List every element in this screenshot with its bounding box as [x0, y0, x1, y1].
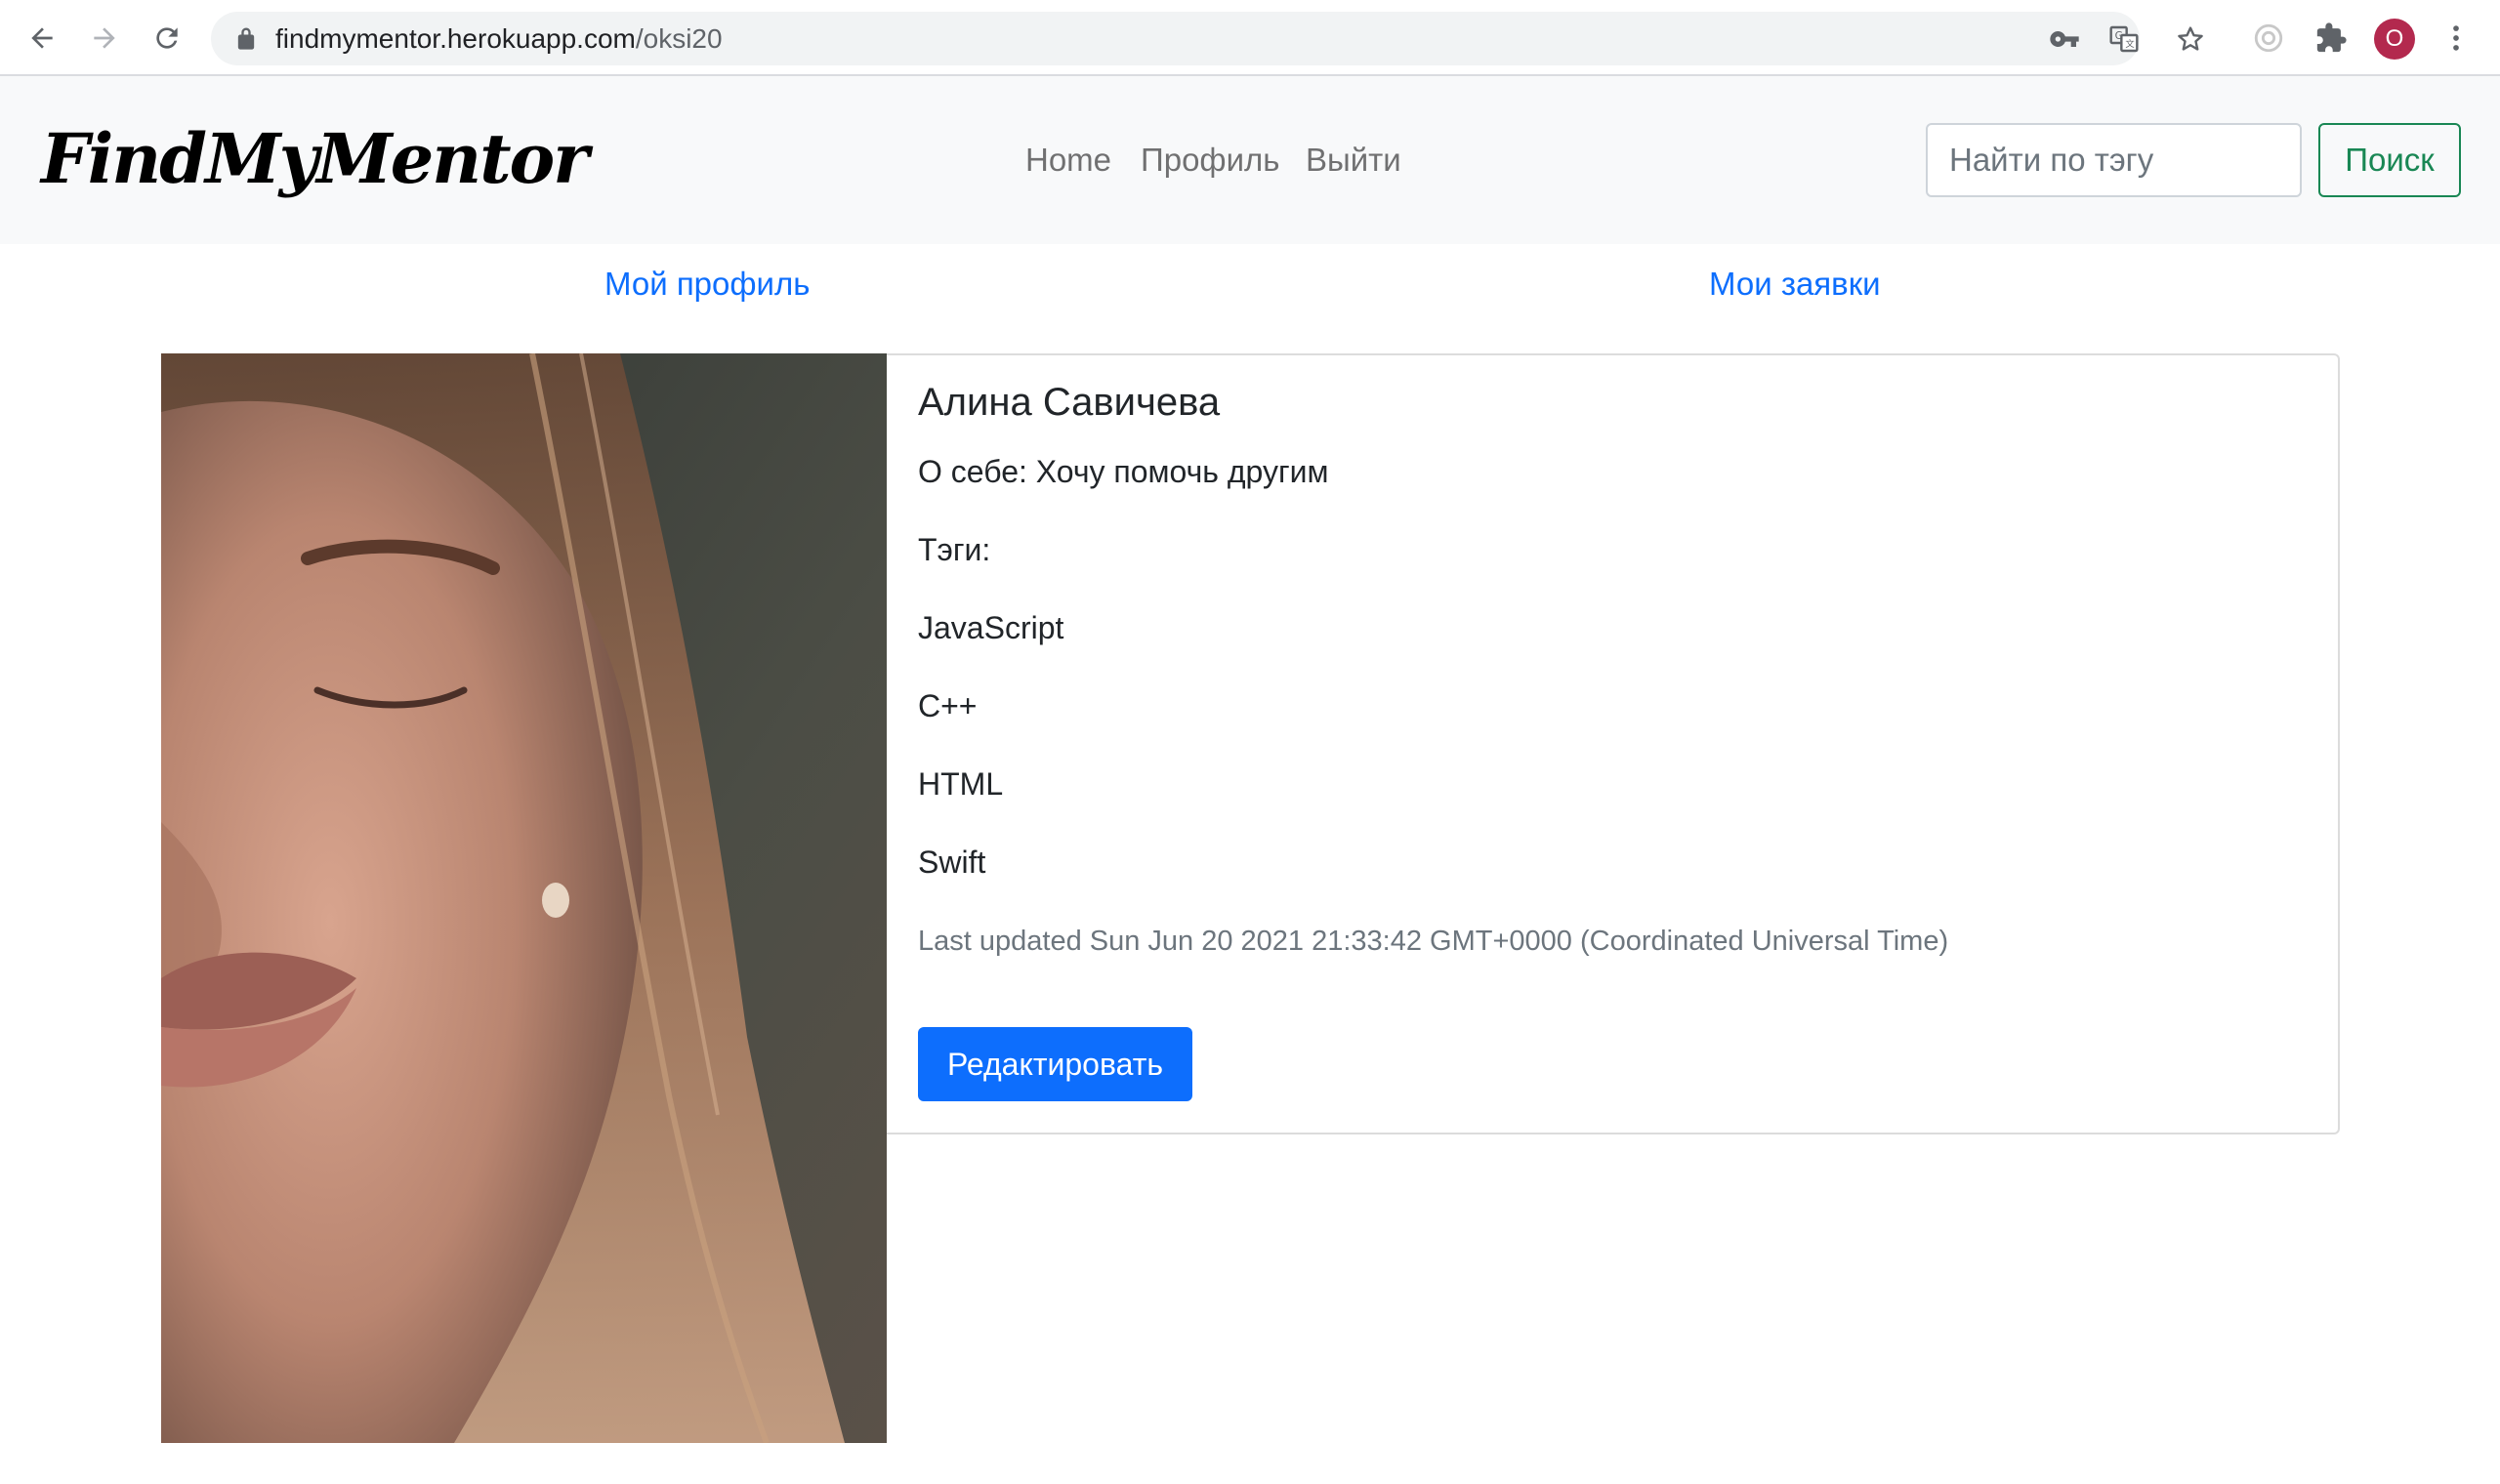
site-navbar: FindMyMentor Home Профиль Выйти Поиск — [0, 76, 2500, 244]
address-bar[interactable]: findmymentor.herokuapp.com/oksi20 G文 — [211, 12, 2140, 65]
profile-name: Алина Савичева — [918, 381, 1221, 424]
password-key-button[interactable] — [2047, 21, 2082, 57]
profile-about: О себе: Хочу помочь другим — [918, 454, 1329, 489]
extension-button[interactable] — [2248, 18, 2289, 59]
url-text[interactable]: findmymentor.herokuapp.com/oksi20 — [275, 12, 723, 65]
brand-logo[interactable]: FindMyMentor — [41, 115, 589, 203]
edit-profile-button[interactable]: Редактировать — [918, 1027, 1192, 1101]
back-button[interactable] — [20, 16, 64, 61]
tab-my-profile[interactable]: Мой профиль — [604, 264, 810, 305]
nav-home-link[interactable]: Home — [1025, 141, 1111, 180]
tab-my-requests[interactable]: Мои заявки — [1709, 264, 1881, 305]
back-icon — [31, 27, 53, 49]
reload-icon — [156, 27, 178, 49]
tag-item: HTML — [918, 766, 1004, 802]
profile-photo — [161, 353, 887, 1443]
forward-button[interactable] — [82, 16, 127, 61]
key-icon — [2050, 31, 2079, 47]
tag-item: C++ — [918, 688, 978, 723]
url-path: /oksi20 — [635, 23, 723, 54]
puzzle-icon — [2316, 22, 2347, 53]
svg-text:文: 文 — [2125, 38, 2134, 50]
extensions-menu-button[interactable] — [2311, 18, 2352, 59]
forward-icon — [94, 27, 115, 49]
browser-toolbar: findmymentor.herokuapp.com/oksi20 G文 O — [0, 0, 2500, 76]
translate-icon: G文 — [2109, 25, 2139, 53]
browser-menu-button[interactable] — [2436, 18, 2477, 59]
reload-button[interactable] — [145, 16, 189, 61]
lock-icon — [237, 27, 255, 50]
translate-button[interactable]: G文 — [2106, 21, 2142, 57]
bookmark-star-button[interactable] — [2173, 21, 2208, 57]
menu-dots-icon — [2453, 25, 2459, 51]
nav-profile-link[interactable]: Профиль — [1141, 141, 1279, 180]
last-updated-text: Last updated Sun Jun 20 2021 21:33:42 GM… — [918, 926, 1949, 957]
url-host: findmymentor.herokuapp.com — [275, 23, 636, 54]
svg-text:G: G — [2115, 29, 2123, 42]
extension-icon — [2254, 23, 2283, 53]
tags-label: Тэги: — [918, 532, 991, 567]
tag-item: JavaScript — [918, 610, 1064, 645]
profile-avatar[interactable]: O — [2374, 19, 2415, 60]
search-button[interactable]: Поиск — [2318, 123, 2461, 197]
tag-search-input[interactable] — [1926, 123, 2302, 197]
nav-logout-link[interactable]: Выйти — [1306, 141, 1401, 180]
star-icon — [2178, 26, 2203, 51]
tag-item: Swift — [918, 845, 986, 880]
